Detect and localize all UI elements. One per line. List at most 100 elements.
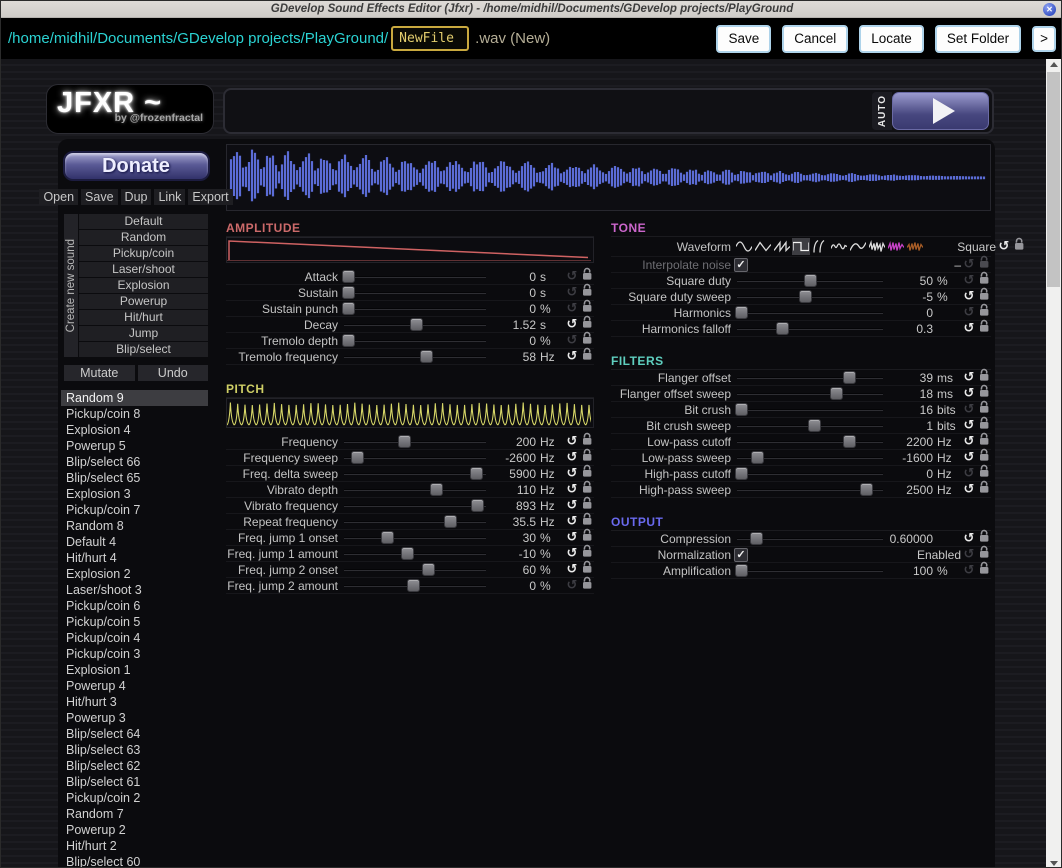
reset-icon[interactable]: ↺ xyxy=(961,257,977,272)
slider-handle[interactable] xyxy=(860,483,873,496)
tangent-waveform-icon[interactable] xyxy=(811,238,829,255)
slider-handle[interactable] xyxy=(422,563,435,576)
sound-list-item[interactable]: Explosion 1 xyxy=(61,662,208,678)
interpolate-noise-checkbox[interactable]: ✓ xyxy=(734,258,748,272)
reset-icon[interactable]: ↺ xyxy=(961,418,977,433)
sound-list-item[interactable]: Blip/select 60 xyxy=(61,854,208,868)
bit-crush-sweep-slider[interactable] xyxy=(735,418,885,434)
lock-icon[interactable] xyxy=(977,561,991,580)
preset-button-pickup-coin[interactable]: Pickup/coin xyxy=(79,246,208,261)
slider-handle[interactable] xyxy=(342,286,355,299)
preset-button-jump[interactable]: Jump xyxy=(79,326,208,341)
whitenoise-waveform-icon[interactable] xyxy=(868,238,886,255)
reset-icon[interactable]: ↺ xyxy=(564,466,580,481)
slider-handle[interactable] xyxy=(430,483,443,496)
slider-handle[interactable] xyxy=(407,579,420,592)
sound-list-item[interactable]: Laser/shoot 3 xyxy=(61,582,208,598)
set-folder-button[interactable]: Set Folder xyxy=(935,25,1021,53)
reset-icon[interactable]: ↺ xyxy=(564,514,580,529)
lock-icon[interactable] xyxy=(580,576,594,595)
slider-handle[interactable] xyxy=(342,302,355,315)
lock-icon[interactable] xyxy=(977,319,991,338)
reset-icon[interactable]: ↺ xyxy=(961,563,977,578)
preset-button-powerup[interactable]: Powerup xyxy=(79,294,208,309)
whistle-waveform-icon[interactable] xyxy=(830,238,848,255)
reset-icon[interactable]: ↺ xyxy=(961,273,977,288)
slider-handle[interactable] xyxy=(808,419,821,432)
reset-icon[interactable]: ↺ xyxy=(564,498,580,513)
sound-list-item[interactable]: Blip/select 62 xyxy=(61,758,208,774)
lock-icon[interactable] xyxy=(1012,237,1026,256)
sound-list-item[interactable]: Hit/hurt 4 xyxy=(61,550,208,566)
slider-handle[interactable] xyxy=(410,318,423,331)
sound-list-item[interactable]: Pickup/coin 7 xyxy=(61,502,208,518)
reset-icon[interactable]: ↺ xyxy=(961,434,977,449)
sound-list-item[interactable]: Blip/select 65 xyxy=(61,470,208,486)
reset-icon[interactable]: ↺ xyxy=(996,239,1012,254)
undo-button[interactable]: Undo xyxy=(138,365,209,381)
menu-save[interactable]: Save xyxy=(81,189,118,205)
high-pass-cutoff-slider[interactable] xyxy=(735,466,885,482)
sound-list-item[interactable]: Blip/select 64 xyxy=(61,726,208,742)
reset-icon[interactable]: ↺ xyxy=(564,530,580,545)
donate-button[interactable]: Donate xyxy=(63,151,210,181)
sound-list-item[interactable]: Random 9 xyxy=(61,390,208,406)
low-pass-sweep-slider[interactable] xyxy=(735,450,885,466)
sound-list-item[interactable]: Default 4 xyxy=(61,534,208,550)
preset-button-explosion[interactable]: Explosion xyxy=(79,278,208,293)
reset-icon[interactable]: ↺ xyxy=(564,434,580,449)
sustain-slider[interactable] xyxy=(342,285,488,301)
reset-icon[interactable]: ↺ xyxy=(961,305,977,320)
sustain-punch-slider[interactable] xyxy=(342,301,488,317)
slider-handle[interactable] xyxy=(735,564,748,577)
slider-handle[interactable] xyxy=(735,403,748,416)
slider-handle[interactable] xyxy=(401,547,414,560)
low-pass-cutoff-slider[interactable] xyxy=(735,434,885,450)
vibrato-depth-slider[interactable] xyxy=(342,482,488,498)
freq-jump-1-onset-slider[interactable] xyxy=(342,530,488,546)
vibrato-frequency-slider[interactable] xyxy=(342,498,488,514)
overflow-button[interactable]: > xyxy=(1032,26,1056,52)
slider-handle[interactable] xyxy=(750,532,763,545)
sound-list-item[interactable]: Pickup/coin 3 xyxy=(61,646,208,662)
reset-icon[interactable]: ↺ xyxy=(564,578,580,593)
sound-list-item[interactable]: Hit/hurt 2 xyxy=(61,838,208,854)
sound-list-item[interactable]: Pickup/coin 8 xyxy=(61,406,208,422)
sound-list-item[interactable]: Powerup 3 xyxy=(61,710,208,726)
reset-icon[interactable]: ↺ xyxy=(961,450,977,465)
scrollbar-thumb[interactable] xyxy=(1047,72,1060,287)
repeat-frequency-slider[interactable] xyxy=(342,514,488,530)
normalization-checkbox[interactable]: ✓ xyxy=(734,548,748,562)
reset-icon[interactable]: ↺ xyxy=(961,531,977,546)
sound-list-item[interactable]: Random 7 xyxy=(61,806,208,822)
sound-list-item[interactable]: Powerup 4 xyxy=(61,678,208,694)
slider-handle[interactable] xyxy=(420,350,433,363)
slider-handle[interactable] xyxy=(843,435,856,448)
reset-icon[interactable]: ↺ xyxy=(564,349,580,364)
slider-handle[interactable] xyxy=(799,290,812,303)
filename-input[interactable] xyxy=(391,26,469,51)
reset-icon[interactable]: ↺ xyxy=(564,317,580,332)
lock-icon[interactable] xyxy=(580,347,594,366)
frequency-sweep-slider[interactable] xyxy=(342,450,488,466)
scroll-up-icon[interactable] xyxy=(1046,59,1061,71)
vertical-scrollbar[interactable] xyxy=(1046,59,1061,868)
reset-icon[interactable]: ↺ xyxy=(564,269,580,284)
slider-handle[interactable] xyxy=(444,515,457,528)
reset-icon[interactable]: ↺ xyxy=(961,482,977,497)
tremolo-depth-slider[interactable] xyxy=(342,333,488,349)
sound-list-item[interactable]: Explosion 4 xyxy=(61,422,208,438)
slider-handle[interactable] xyxy=(735,306,748,319)
menu-open[interactable]: Open xyxy=(39,189,78,205)
frequency-slider[interactable] xyxy=(342,434,488,450)
slider-handle[interactable] xyxy=(342,334,355,347)
sound-list-item[interactable]: Blip/select 66 xyxy=(61,454,208,470)
reset-icon[interactable]: ↺ xyxy=(961,289,977,304)
slider-handle[interactable] xyxy=(735,467,748,480)
slider-handle[interactable] xyxy=(751,451,764,464)
slider-handle[interactable] xyxy=(398,435,411,448)
reset-icon[interactable]: ↺ xyxy=(564,450,580,465)
high-pass-sweep-slider[interactable] xyxy=(735,482,885,498)
sound-list-item[interactable]: Explosion 2 xyxy=(61,566,208,582)
square-duty-sweep-slider[interactable] xyxy=(735,289,885,305)
